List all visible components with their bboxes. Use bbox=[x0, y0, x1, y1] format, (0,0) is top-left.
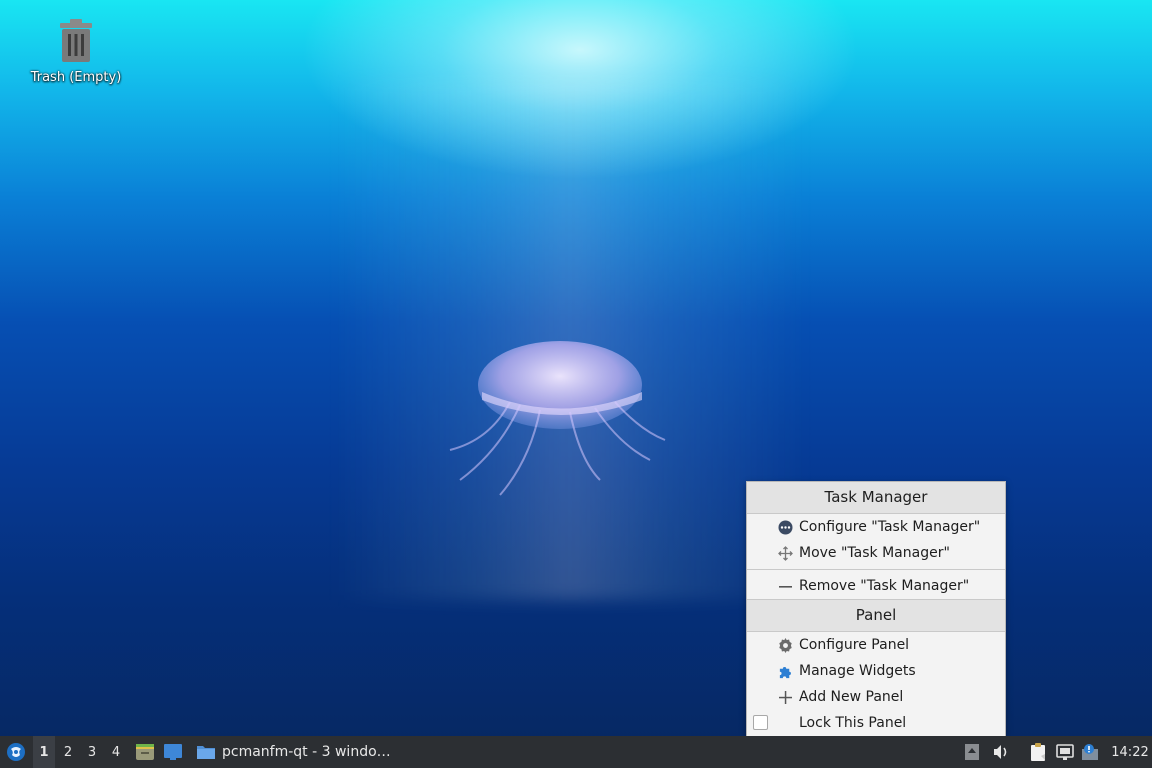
update-notifier-button[interactable] bbox=[1080, 736, 1102, 768]
desktop-switch-2[interactable]: 2 bbox=[57, 736, 79, 768]
light-rays bbox=[330, 80, 810, 600]
surface-light bbox=[300, 0, 860, 180]
tray-expand-icon bbox=[965, 744, 979, 760]
clipboard-icon bbox=[1031, 743, 1045, 761]
puzzle-piece-icon bbox=[777, 663, 793, 679]
trash-desktop-icon[interactable]: Trash (Empty) bbox=[24, 18, 128, 85]
network-button[interactable] bbox=[1054, 736, 1076, 768]
panel-context-menu: Task Manager Configure "Task Manager" Mo… bbox=[746, 481, 1006, 737]
trash-icon bbox=[60, 19, 92, 62]
volume-button[interactable] bbox=[990, 736, 1012, 768]
configure-dots-icon bbox=[777, 519, 793, 535]
desktop-2-label: 2 bbox=[63, 744, 73, 760]
lock-panel-checkbox[interactable] bbox=[753, 715, 768, 730]
task-button-pcmanfm[interactable]: pcmanfm-qt - 3 windo… bbox=[192, 736, 396, 768]
clock-time: 14:22 bbox=[1111, 744, 1149, 760]
file-manager-icon bbox=[136, 744, 154, 760]
desktop-4-label: 4 bbox=[111, 744, 121, 760]
lock-this-panel-item[interactable]: Lock This Panel bbox=[747, 710, 1005, 736]
quicklaunch-show-desktop[interactable] bbox=[162, 736, 184, 768]
tray-expand-button[interactable] bbox=[962, 736, 982, 768]
configure-panel-label: Configure Panel bbox=[799, 637, 910, 653]
move-task-manager-item[interactable]: Move "Task Manager" bbox=[747, 540, 1005, 566]
panel-section-header: Panel bbox=[747, 599, 1005, 632]
lxqt-start-icon bbox=[7, 743, 25, 761]
quicklaunch-file-manager[interactable] bbox=[134, 736, 156, 768]
desktop-switch-4[interactable]: 4 bbox=[105, 736, 127, 768]
gear-icon bbox=[777, 637, 793, 653]
move-task-manager-label: Move "Task Manager" bbox=[799, 545, 950, 561]
task-button-label: pcmanfm-qt - 3 windo… bbox=[222, 744, 391, 760]
start-menu-button[interactable] bbox=[4, 736, 28, 768]
configure-panel-item[interactable]: Configure Panel bbox=[747, 632, 1005, 658]
taskbar: 1 2 3 4 pcmanfm-qt - 3 windo… 14:22 bbox=[0, 736, 1152, 768]
manage-widgets-label: Manage Widgets bbox=[799, 663, 916, 679]
desktop-3-label: 3 bbox=[87, 744, 97, 760]
task-manager-section-header: Task Manager bbox=[747, 482, 1005, 514]
configure-task-manager-label: Configure "Task Manager" bbox=[799, 519, 981, 535]
folder-icon bbox=[197, 746, 215, 759]
clipboard-button[interactable] bbox=[1027, 736, 1049, 768]
add-new-panel-label: Add New Panel bbox=[799, 689, 904, 705]
remove-minus-icon bbox=[777, 578, 793, 594]
trash-label: Trash (Empty) bbox=[30, 70, 122, 85]
clock[interactable]: 14:22 bbox=[1108, 736, 1152, 768]
desktop-switch-3[interactable]: 3 bbox=[81, 736, 103, 768]
menu-separator bbox=[747, 569, 1005, 570]
remove-task-manager-item[interactable]: Remove "Task Manager" bbox=[747, 573, 1005, 599]
volume-icon bbox=[994, 745, 1007, 759]
update-notifier-icon bbox=[1082, 744, 1098, 760]
plus-icon bbox=[777, 689, 793, 705]
network-icon bbox=[1056, 744, 1074, 760]
manage-widgets-item[interactable]: Manage Widgets bbox=[747, 658, 1005, 684]
move-arrows-icon bbox=[777, 545, 793, 561]
lock-this-panel-label: Lock This Panel bbox=[799, 715, 907, 731]
jellyfish-wallpaper-art bbox=[449, 341, 666, 496]
add-new-panel-item[interactable]: Add New Panel bbox=[747, 684, 1005, 710]
show-desktop-icon bbox=[164, 744, 182, 760]
configure-task-manager-item[interactable]: Configure "Task Manager" bbox=[747, 514, 1005, 540]
remove-task-manager-label: Remove "Task Manager" bbox=[799, 578, 970, 594]
desktop-1-label: 1 bbox=[39, 744, 49, 760]
desktop-switch-1[interactable]: 1 bbox=[33, 736, 55, 768]
